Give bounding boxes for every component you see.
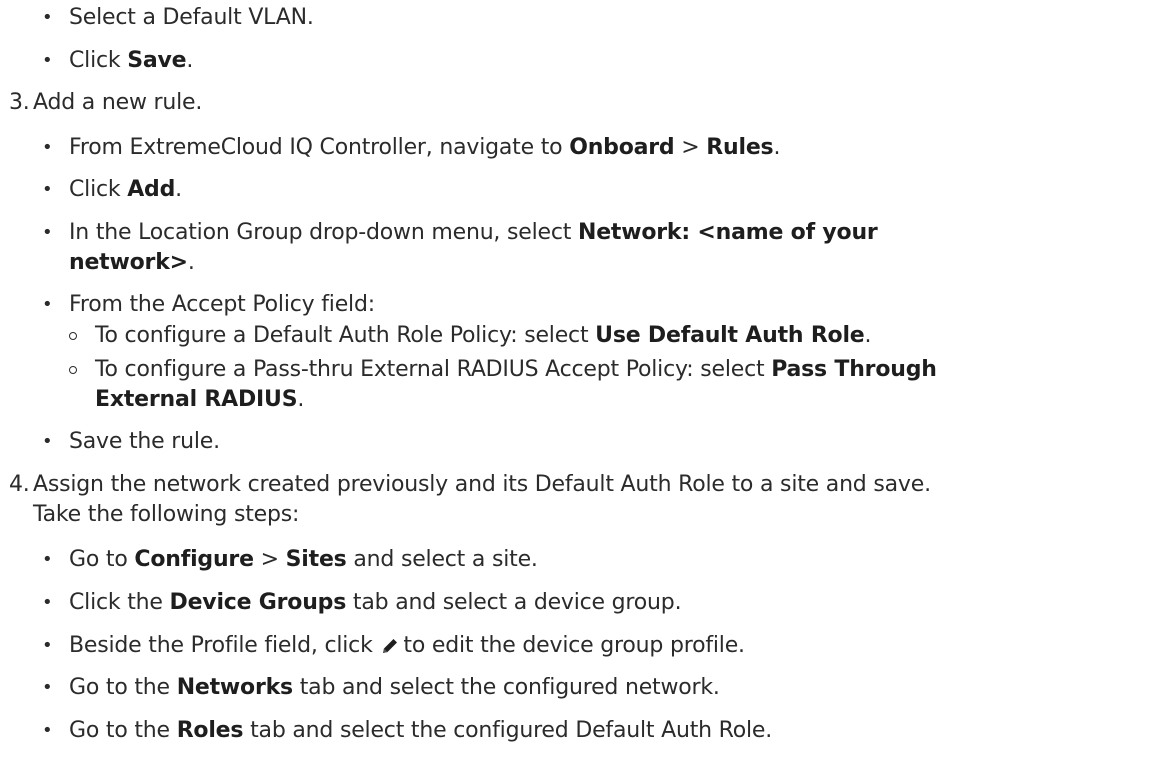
step3-subitem-default-auth: To configure a Default Auth Role Policy:… <box>95 323 872 348</box>
step4-item-roles-tab: Go to the Roles tab and select the confi… <box>69 718 773 743</box>
step-number: 4. <box>9 472 30 497</box>
step3-heading: Add a new rule. <box>33 90 203 115</box>
step2-item-click-save: Click Save. <box>69 48 194 73</box>
step3-item-save-rule: Save the rule. <box>69 429 220 454</box>
step-number: 3. <box>9 90 30 115</box>
bullet: • <box>42 677 53 698</box>
bullet: • <box>42 222 53 243</box>
bullet: • <box>42 179 53 200</box>
bullet: • <box>42 431 53 452</box>
bullet: • <box>42 720 53 741</box>
sub-bullet <box>69 332 77 340</box>
step3-item-location-group: In the Location Group drop-down menu, se… <box>69 220 878 245</box>
bullet: • <box>42 7 53 28</box>
step3-item-location-group-cont: network>. <box>69 250 195 275</box>
step4-heading-cont: Take the following steps: <box>33 502 300 527</box>
step4-item-configure-sites: Go to Configure > Sites and select a sit… <box>69 547 538 572</box>
step2-item-select-vlan: Select a Default VLAN. <box>69 5 314 30</box>
bullet: • <box>42 635 53 656</box>
bullet: • <box>42 592 53 613</box>
bullet: • <box>42 294 53 315</box>
step3-item-click-add: Click Add. <box>69 177 182 202</box>
step3-item-accept-policy: From the Accept Policy field: <box>69 292 375 317</box>
sub-bullet <box>69 366 77 374</box>
step3-subitem-pass-thru: To configure a Pass-thru External RADIUS… <box>95 357 937 382</box>
bullet: • <box>42 137 53 158</box>
step3-subitem-pass-thru-cont: External RADIUS. <box>95 387 305 412</box>
pencil-icon <box>381 634 399 664</box>
bullet: • <box>42 549 53 570</box>
step4-item-networks-tab: Go to the Networks tab and select the co… <box>69 675 720 700</box>
step4-heading: Assign the network created previously an… <box>33 472 931 497</box>
bullet: • <box>42 50 53 71</box>
step4-item-profile-edit: Beside the Profile field, click to edit … <box>69 631 745 664</box>
step3-item-navigate-rules: From ExtremeCloud IQ Controller, navigat… <box>69 135 781 160</box>
step4-item-device-groups: Click the Device Groups tab and select a… <box>69 590 682 615</box>
